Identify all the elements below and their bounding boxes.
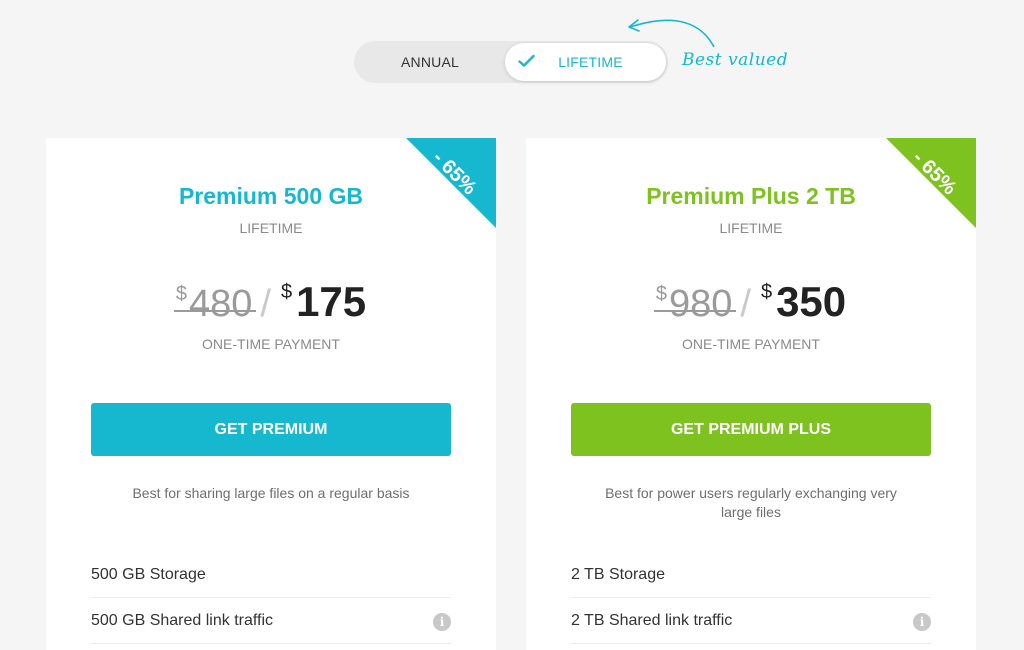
feature-label: 2 TB Shared link traffic — [571, 611, 733, 629]
new-price-currency: $ — [760, 281, 773, 303]
get-premium-plus-button[interactable]: GET PREMIUM PLUS — [571, 403, 931, 456]
feature-label: 500 GB Storage — [91, 565, 206, 583]
old-price-amount: 480 — [188, 283, 253, 325]
pricing-page: ANNUAL LIFETIME Best valued - 65% Premiu… — [0, 0, 1024, 650]
old-price: $480 — [173, 283, 257, 326]
info-icon[interactable]: i — [433, 613, 451, 631]
plan-description: Best for sharing large files on a regula… — [132, 485, 410, 501]
plan-title: Premium Plus 2 TB — [646, 183, 856, 209]
plan-title: Premium 500 GB — [178, 183, 364, 209]
price-separator: / — [260, 283, 271, 325]
feature-list: 500 GB Storage 500 GB Shared link traffi… — [91, 552, 451, 644]
feature-item: 500 GB Storage — [91, 552, 451, 598]
best-valued-note: Best valued — [682, 50, 789, 70]
feature-item: 2 TB Shared link traffic i — [571, 598, 931, 644]
new-price: $350 — [761, 278, 846, 326]
new-price: $175 — [281, 278, 366, 326]
feature-item: 500 GB Shared link traffic i — [91, 598, 451, 644]
price-row: $480 / $175 — [46, 278, 496, 334]
new-price-amount: 350 — [776, 278, 847, 325]
plan-term: LIFETIME — [239, 220, 303, 236]
plan-card-premium-plus: - 65% Premium Plus 2 TB LIFETIME $980 / … — [526, 138, 976, 650]
plan-description: Best for power users regularly exchangin… — [605, 485, 897, 520]
plan-card-premium: - 65% Premium 500 GB LIFETIME $480 / $17… — [46, 138, 496, 650]
info-icon[interactable]: i — [913, 613, 931, 631]
old-price-currency: $ — [655, 283, 667, 305]
strikethrough-line — [653, 310, 737, 312]
toggle-lifetime-label: LIFETIME — [558, 54, 623, 70]
old-price-amount: 980 — [668, 283, 733, 325]
strikethrough-line — [173, 310, 257, 312]
price-row: $980 / $350 — [526, 278, 976, 334]
feature-label: 500 GB Shared link traffic — [91, 611, 274, 629]
payment-note: ONE-TIME PAYMENT — [682, 336, 820, 352]
billing-period-toggle[interactable]: ANNUAL LIFETIME — [354, 41, 668, 83]
new-price-amount: 175 — [296, 278, 367, 325]
get-premium-button[interactable]: GET PREMIUM — [91, 403, 451, 456]
toggle-annual-label: ANNUAL — [401, 54, 459, 70]
feature-label: 2 TB Storage — [571, 565, 665, 583]
plan-term: LIFETIME — [719, 220, 783, 236]
feature-item: 2 TB Storage — [571, 552, 931, 598]
check-icon — [518, 54, 535, 67]
price-separator: / — [740, 283, 751, 325]
toggle-annual-option[interactable]: ANNUAL — [354, 41, 506, 83]
curved-arrow-icon — [628, 19, 715, 48]
new-price-currency: $ — [280, 281, 293, 303]
payment-note: ONE-TIME PAYMENT — [202, 336, 340, 352]
old-price-currency: $ — [175, 283, 187, 305]
feature-list: 2 TB Storage 2 TB Shared link traffic i — [571, 552, 931, 644]
old-price: $980 — [653, 283, 737, 326]
